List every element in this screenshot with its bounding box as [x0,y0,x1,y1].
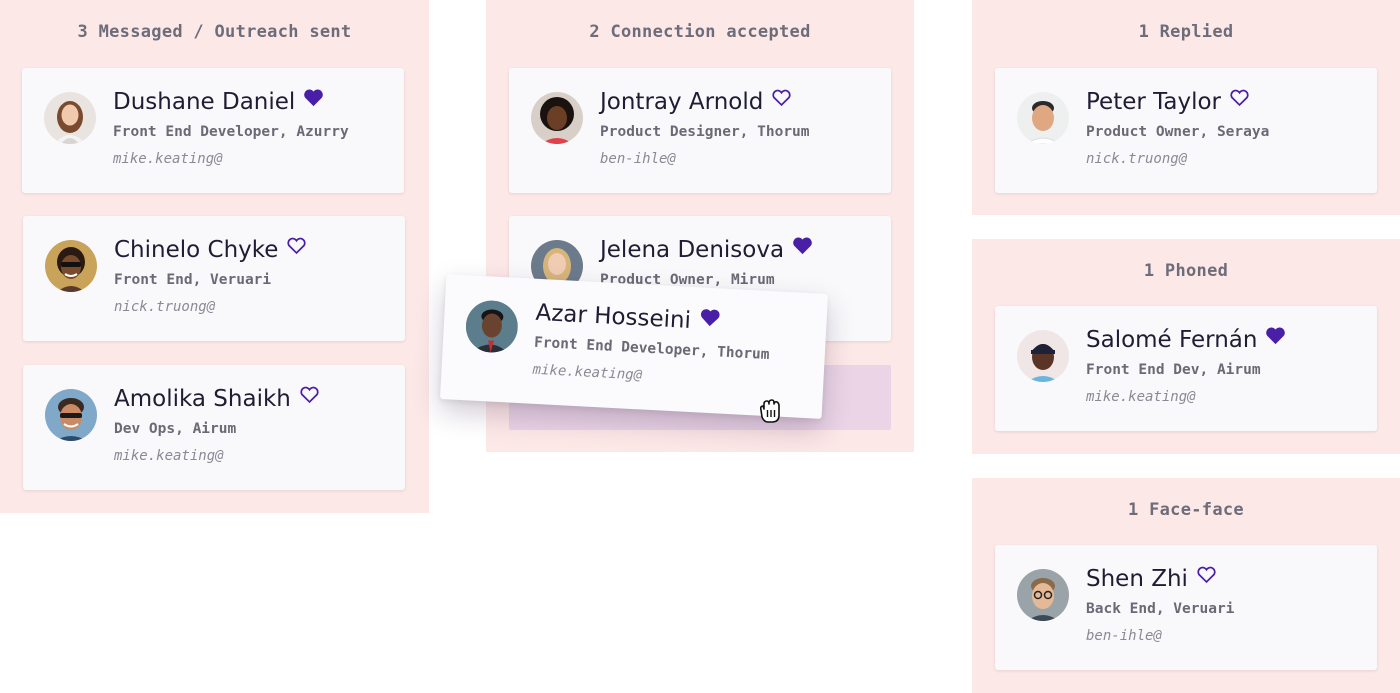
heart-filled-icon[interactable] [1265,326,1286,345]
column-title: 1 Replied [1138,22,1234,42]
candidate-card[interactable]: Dushane Daniel Front End Developer, Azur… [22,68,404,193]
candidate-card[interactable]: Salomé Fernán Front End Dev, Airum mike.… [995,306,1377,431]
candidate-name: Peter Taylor [1086,88,1250,115]
candidate-role: Product Owner, Seraya [1086,124,1270,140]
heart-outline-icon[interactable] [1196,565,1217,584]
candidate-role: Front End Developer, Thorum [533,334,770,364]
candidate-role: Front End Developer, Azurry [113,124,349,140]
candidate-role: Front End Dev, Airum [1086,362,1261,378]
column-title: 2 Connection accepted [589,22,811,42]
candidate-email: mike.keating@ [114,448,224,464]
candidate-name: Jontray Arnold [600,88,792,115]
candidate-role: Back End, Veruari [1086,601,1235,617]
candidate-name: Shen Zhi [1086,565,1217,592]
candidate-email: mike.keating@ [532,361,643,384]
candidate-card[interactable]: Amolika Shaikh Dev Ops, Airum mike.keati… [23,365,405,490]
column-face-face: 1 Face-face Shen Zhi Back End, Veruari b… [972,478,1400,693]
column-title: 1 Phoned [1143,261,1229,281]
candidate-email: mike.keating@ [1086,389,1196,405]
candidate-name: Dushane Daniel [113,88,324,115]
woman-sunglasses-avatar-icon [45,240,97,292]
man-sunglasses-avatar-icon [45,389,97,441]
heart-filled-icon[interactable] [699,307,721,327]
candidate-name: Azar Hosseini [535,299,721,336]
candidate-email: ben-ihle@ [1086,628,1162,644]
candidate-card[interactable]: Jontray Arnold Product Designer, Thorum … [509,68,891,193]
candidate-name: Jelena Denisova [600,236,813,263]
column-title: 1 Face-face [1128,500,1244,520]
heart-filled-icon[interactable] [303,88,324,107]
man-avatar-icon [1017,92,1069,144]
heart-outline-icon[interactable] [1229,88,1250,107]
candidate-role: Product Designer, Thorum [600,124,810,140]
candidate-card[interactable]: Shen Zhi Back End, Veruari ben-ihle@ [995,545,1377,670]
heart-outline-icon[interactable] [299,385,320,404]
column-messaged: 3 Messaged / Outreach sent Dushane Danie… [0,0,429,513]
candidate-email: mike.keating@ [113,151,223,167]
grab-hand-cursor-icon [755,396,785,426]
candidate-email: ben-ihle@ [600,151,676,167]
man-cap-avatar-icon [1017,330,1069,382]
candidate-role: Dev Ops, Airum [114,421,237,437]
heart-outline-icon[interactable] [286,236,307,255]
woman-curly-hair-avatar-icon [531,92,583,144]
candidate-email: nick.truong@ [114,299,216,315]
candidate-name: Chinelo Chyke [114,236,307,263]
candidate-name: Amolika Shaikh [114,385,320,412]
woman-avatar-icon [44,92,96,144]
column-replied: 1 Replied Peter Taylor Product Owner, Se… [972,0,1400,215]
heart-filled-icon[interactable] [792,236,813,255]
candidate-name: Salomé Fernán [1086,326,1286,353]
candidate-card[interactable]: Peter Taylor Product Owner, Seraya nick.… [995,68,1377,193]
column-phoned: 1 Phoned Salomé Fernán Front End Dev, Ai… [972,239,1400,454]
column-title: 3 Messaged / Outreach sent [77,22,352,42]
heart-outline-icon[interactable] [771,88,792,107]
candidate-card[interactable]: Chinelo Chyke Front End, Veruari nick.tr… [23,216,405,341]
candidate-email: nick.truong@ [1086,151,1188,167]
candidate-role: Front End, Veruari [114,272,272,288]
man-suit-avatar-icon [464,299,520,354]
man-glasses-avatar-icon [1017,569,1069,621]
